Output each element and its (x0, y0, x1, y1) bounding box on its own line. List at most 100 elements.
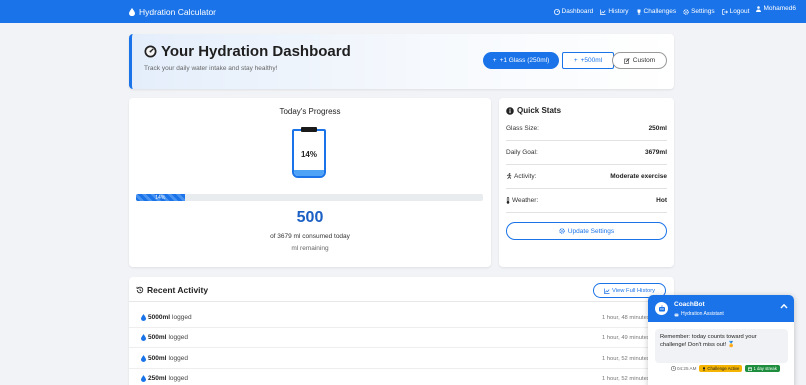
trophy-icon (637, 9, 641, 14)
challenge-active-text: Challenge Active (707, 366, 740, 371)
divider (506, 140, 667, 141)
water-drop-icon (141, 314, 146, 321)
activity-amount: 500ml (148, 355, 167, 362)
activity-entry: 5000ml logged (141, 314, 192, 321)
coachbot-name: CoachBot (674, 301, 705, 308)
quick-stats-title-text: Quick Stats (517, 106, 562, 115)
activity-entry: 500ml logged (141, 355, 188, 362)
nav-link-challenges[interactable]: Challenges (636, 8, 677, 15)
activity-suffix: logged (168, 375, 188, 382)
stat-weather: Weather: Hot (506, 193, 667, 207)
plus-icon: + (573, 57, 578, 64)
gear-icon (683, 8, 689, 15)
nav-user-name: Mohamed6 (763, 5, 796, 12)
trophy-icon (703, 366, 706, 371)
water-drop-icon (141, 334, 146, 341)
water-drop-icon (141, 375, 146, 382)
water-drop-icon (129, 7, 135, 16)
water-bottle: 14% (292, 129, 326, 178)
update-settings-button[interactable]: Update Settings (506, 222, 667, 240)
activity-entry: 250ml logged (141, 375, 188, 382)
custom-amount-button[interactable]: Custom (612, 52, 667, 69)
nav-link-logout[interactable]: Logout (721, 8, 749, 15)
nav-link-dashboard-label: Dashboard (561, 8, 594, 15)
activity-row: 500ml logged 1 hour, 49 minutes ago (129, 328, 674, 348)
page-title: Your Hydration Dashboard (144, 43, 351, 60)
bottle-cap (301, 127, 317, 132)
nav-user[interactable]: Mohamed6 (756, 5, 796, 12)
nav-link-settings-label: Settings (691, 8, 715, 15)
gear-icon (559, 228, 565, 234)
nav-link-history-label: History (608, 8, 629, 15)
add-glass-label: +1 Glass (250ml) (499, 57, 550, 64)
brand[interactable]: Hydration Calculator (129, 7, 216, 17)
divider (506, 212, 667, 213)
message-time-text: 04:25 AM (677, 366, 697, 371)
stat-activity-value: Moderate exercise (610, 172, 667, 180)
add-500ml-button[interactable]: + +500ml (562, 52, 614, 69)
divider (506, 188, 667, 189)
info-circle-icon (506, 106, 514, 115)
stat-weather-label-wrap: Weather: (506, 197, 538, 204)
quick-stats-card: Quick Stats Glass Size: 250ml Daily Goal… (499, 98, 674, 267)
page-subtitle: Track your daily water intake and stay h… (144, 65, 278, 72)
bottle-fill (294, 169, 324, 176)
stat-glass-size-value: 250ml (648, 124, 667, 132)
chevron-up-icon[interactable] (780, 303, 788, 311)
activity-entry: 500ml logged (141, 334, 188, 341)
nav-link-challenges-label: Challenges (643, 8, 677, 15)
consumed-amount: 500 (296, 209, 324, 226)
coachbot-role: Hydration Assistant (674, 311, 724, 317)
page-title-text: Your Hydration Dashboard (161, 43, 351, 60)
stat-glass-size-label: Glass Size: (506, 124, 539, 132)
recent-activity-card: Recent Activity View Full History 5000ml… (129, 277, 674, 385)
calendar-icon (748, 366, 753, 371)
coachbot-widget: CoachBot Hydration Assistant Remember: t… (648, 295, 794, 385)
activity-amount: 250ml (148, 375, 167, 382)
nav-links: Dashboard History Challenges Settings Lo… (553, 5, 796, 15)
recent-activity-title-text: Recent Activity (147, 285, 209, 295)
stat-activity: Activity: Moderate exercise (506, 169, 667, 183)
message-time: 04:25 AM (671, 366, 696, 371)
activity-amount: 500ml (148, 334, 167, 341)
water-drop-icon (141, 355, 146, 362)
dashboard-header: Your Hydration Dashboard Track your dail… (129, 34, 674, 89)
stat-daily-goal-label: Daily Goal: (506, 148, 538, 156)
progress-bar-fill: 14% (136, 194, 185, 201)
stat-weather-label: Weather: (512, 196, 539, 204)
activity-suffix: logged (172, 314, 192, 321)
add-glass-button[interactable]: + +1 Glass (250ml) (483, 52, 559, 69)
streak-text: 1 day streak (753, 366, 777, 371)
coachbot-message: Remember: today counts toward your chall… (655, 329, 788, 363)
history-icon (136, 286, 144, 294)
running-icon (506, 173, 512, 179)
gauge-icon (553, 8, 560, 15)
robot-small-icon (674, 313, 679, 316)
navbar: Hydration Calculator Dashboard History C… (0, 0, 806, 23)
nav-link-dashboard[interactable]: Dashboard (553, 8, 594, 15)
coachbot-role-text: Hydration Assistant (681, 311, 724, 317)
stat-glass-size: Glass Size: 250ml (506, 121, 667, 135)
nav-link-settings[interactable]: Settings (683, 8, 715, 15)
activity-amount: 5000ml (148, 314, 171, 321)
chart-line-icon (600, 9, 606, 15)
nav-link-history[interactable]: History (600, 8, 629, 15)
stat-daily-goal: Daily Goal: 3679ml (506, 145, 667, 159)
stat-activity-label-wrap: Activity: (506, 173, 536, 180)
custom-amount-label: Custom (632, 57, 656, 64)
stat-weather-value: Hot (656, 196, 667, 204)
divider (506, 164, 667, 165)
thermometer-icon (506, 196, 510, 204)
clock-icon (671, 366, 676, 371)
activity-suffix: logged (168, 355, 188, 362)
user-icon (756, 5, 762, 12)
stat-daily-goal-value: 3679ml (644, 148, 667, 156)
update-settings-label: Update Settings (567, 227, 615, 235)
streak-badge: 1 day streak (745, 365, 780, 372)
coachbot-header[interactable]: CoachBot Hydration Assistant (648, 295, 794, 322)
robot-icon (655, 302, 668, 315)
remaining-text: ml remaining (291, 245, 329, 252)
progress-card: Today's Progress 14% 14% 500 of 3679 ml … (129, 98, 491, 267)
edit-icon (623, 57, 630, 64)
recent-activity-header: Recent Activity View Full History (129, 277, 674, 302)
